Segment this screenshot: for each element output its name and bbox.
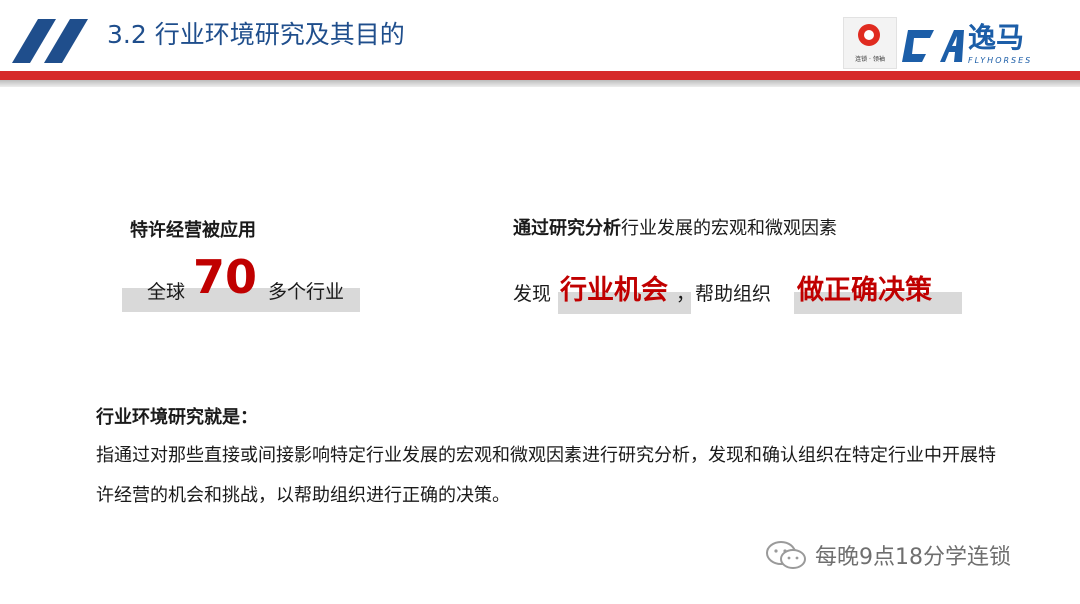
brand-name: 逸马: [968, 21, 1025, 54]
definition-heading: 行业环境研究就是：: [96, 407, 258, 428]
slide-header: 3.2 行业环境研究及其目的 连锁 · 领袖 逸马 FLYHORSES: [0, 0, 1080, 92]
right-line-1-rest: 行业发展的宏观和微观因素: [621, 218, 837, 239]
right-line-1-bold: 通过研究分析: [513, 218, 621, 239]
brand-subtitle: FLYHORSES: [968, 56, 1033, 65]
red-circle-logo-icon: [858, 24, 880, 46]
watermark-text: 每晚9点18分学连锁: [815, 545, 1011, 570]
industry-count: 70: [193, 250, 258, 304]
left-prefix: 全球: [147, 281, 186, 303]
slide-title: 3.2 行业环境研究及其目的: [107, 20, 405, 49]
stripes-logo-icon: [12, 19, 88, 63]
right-line-1: 通过研究分析行业发展的宏观和微观因素: [513, 214, 837, 240]
logo-caption: 连锁 · 领袖: [855, 56, 885, 63]
header-gray-rule: [0, 80, 1080, 87]
left-suffix: 多个行业: [268, 281, 345, 303]
left-block-title: 特许经营被应用: [130, 220, 256, 241]
definition-body: 指通过对那些直接或间接影响特定行业发展的宏观和微观因素进行研究分析，发现和确认组…: [96, 445, 996, 506]
right-lead: 发现: [513, 283, 552, 305]
industry-opportunity: 行业机会: [560, 275, 668, 306]
correct-decision: 做正确决策: [797, 275, 932, 306]
right-mid: ，帮助组织: [676, 283, 772, 305]
header-red-rule: [0, 71, 1080, 80]
wechat-icon: [766, 541, 806, 569]
lianluo-lingxiu-logo: 连锁 · 领袖: [843, 17, 897, 69]
